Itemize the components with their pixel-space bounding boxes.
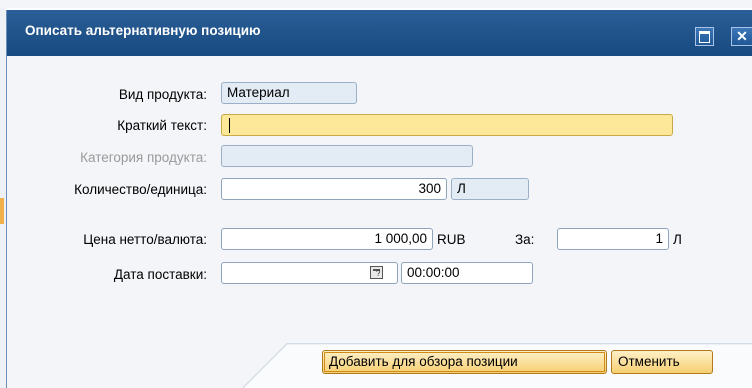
add-to-overview-button[interactable]: Добавить для обзора позиции: [322, 350, 607, 374]
footer-divider: [242, 343, 752, 388]
background-top: [0, 0, 752, 8]
background-marker: [0, 198, 4, 224]
dialog: Описать альтернативную позицию ✕ Вид про…: [6, 10, 752, 388]
cancel-button[interactable]: Отменить: [611, 350, 713, 374]
